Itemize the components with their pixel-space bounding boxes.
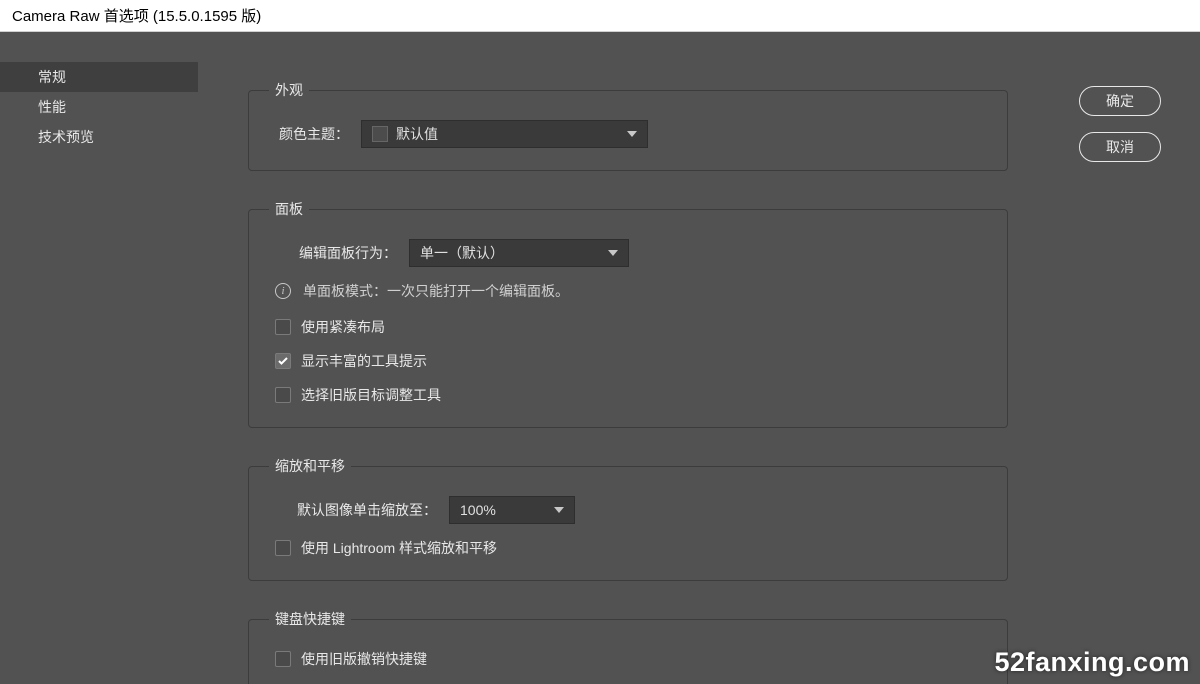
- sidebar-item-label: 常规: [38, 67, 66, 87]
- default-zoom-label: 默认图像单击缩放至：: [269, 500, 449, 520]
- chevron-down-icon: [627, 131, 637, 137]
- checkbox-legacy-target-adjust[interactable]: 选择旧版目标调整工具: [275, 385, 987, 405]
- default-zoom-value: 100%: [460, 502, 496, 518]
- checkbox-lightroom-zoom[interactable]: 使用 Lightroom 样式缩放和平移: [275, 538, 987, 558]
- checkbox-icon: [275, 651, 291, 667]
- panel-behavior-value: 单一（默认）: [420, 243, 504, 263]
- section-appearance: 外观 颜色主题： 默认值: [248, 80, 1008, 171]
- color-swatch-icon: [372, 126, 388, 142]
- sidebar-item-general[interactable]: 常规: [0, 62, 198, 92]
- info-icon: i: [275, 283, 291, 299]
- dialog-buttons: 确定 取消: [1064, 32, 1200, 684]
- sidebar-item-tech-preview[interactable]: 技术预览: [0, 122, 198, 152]
- checkbox-icon: [275, 387, 291, 403]
- color-theme-label: 颜色主题：: [269, 124, 361, 144]
- checkbox-icon: [275, 319, 291, 335]
- panel-info-row: i 单面板模式：一次只能打开一个编辑面板。: [275, 281, 987, 301]
- sidebar-item-label: 性能: [38, 97, 66, 117]
- section-shortcuts: 键盘快捷键 使用旧版撤销快捷键: [248, 609, 1008, 684]
- section-zoom-pan: 缩放和平移 默认图像单击缩放至： 100% 使用 Lightroom 样式缩放和…: [248, 456, 1008, 581]
- section-legend: 外观: [269, 80, 309, 100]
- title-bar: Camera Raw 首选项 (15.5.0.1595 版): [0, 0, 1200, 32]
- color-theme-select[interactable]: 默认值: [361, 120, 648, 148]
- content-pane: 外观 颜色主题： 默认值 面板 编辑面板行为： 单一（默认）: [198, 32, 1064, 684]
- chevron-down-icon: [608, 250, 618, 256]
- panel-behavior-label: 编辑面板行为：: [269, 243, 409, 263]
- checkbox-icon: [275, 353, 291, 369]
- sidebar-item-label: 技术预览: [38, 127, 94, 147]
- checkbox-legacy-undo[interactable]: 使用旧版撤销快捷键: [275, 649, 987, 669]
- sidebar: 常规 性能 技术预览: [0, 32, 198, 684]
- checkbox-label: 使用紧凑布局: [301, 317, 385, 337]
- watermark-text: 52fanxing.com: [994, 647, 1190, 678]
- chevron-down-icon: [554, 507, 564, 513]
- checkbox-rich-tooltips[interactable]: 显示丰富的工具提示: [275, 351, 987, 371]
- sidebar-item-performance[interactable]: 性能: [0, 92, 198, 122]
- checkbox-label: 显示丰富的工具提示: [301, 351, 427, 371]
- color-theme-value: 默认值: [396, 124, 438, 144]
- section-legend: 键盘快捷键: [269, 609, 351, 629]
- checkbox-icon: [275, 540, 291, 556]
- section-legend: 面板: [269, 199, 309, 219]
- section-panel: 面板 编辑面板行为： 单一（默认） i 单面板模式：一次只能打开一个编辑面板。 …: [248, 199, 1008, 428]
- ok-button[interactable]: 确定: [1079, 86, 1161, 116]
- main-area: 常规 性能 技术预览 外观 颜色主题： 默认值: [0, 32, 1200, 684]
- cancel-button[interactable]: 取消: [1079, 132, 1161, 162]
- section-legend: 缩放和平移: [269, 456, 351, 476]
- panel-info-text: 单面板模式：一次只能打开一个编辑面板。: [303, 281, 569, 301]
- checkbox-label: 使用旧版撤销快捷键: [301, 649, 427, 669]
- checkbox-label: 选择旧版目标调整工具: [301, 385, 441, 405]
- default-zoom-select[interactable]: 100%: [449, 496, 575, 524]
- checkbox-compact-layout[interactable]: 使用紧凑布局: [275, 317, 987, 337]
- checkbox-label: 使用 Lightroom 样式缩放和平移: [301, 538, 497, 558]
- window-title: Camera Raw 首选项 (15.5.0.1595 版): [12, 5, 261, 26]
- panel-behavior-select[interactable]: 单一（默认）: [409, 239, 629, 267]
